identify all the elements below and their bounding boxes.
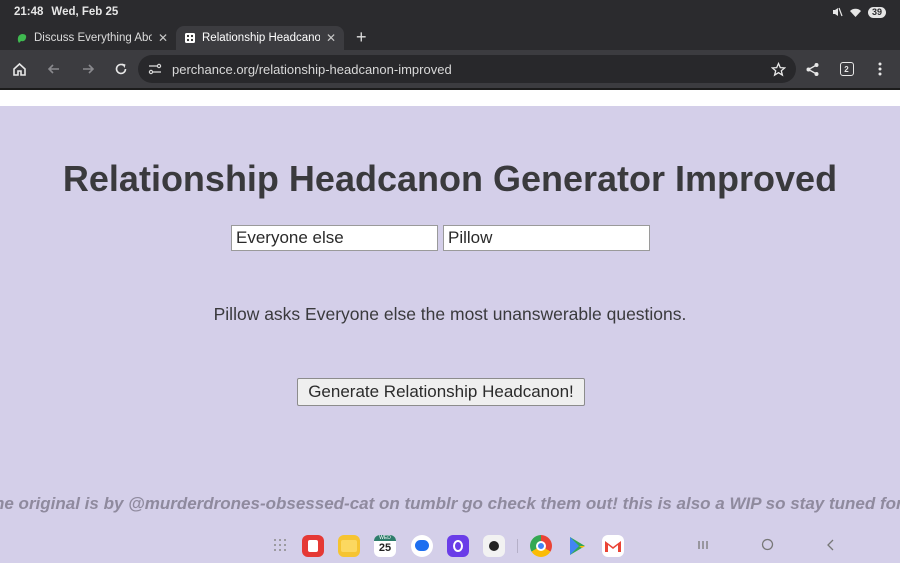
share-icon — [806, 62, 819, 76]
reload-button[interactable] — [104, 50, 137, 88]
home-button[interactable] — [3, 50, 36, 88]
site-settings-icon[interactable] — [148, 63, 162, 75]
green-logo-icon — [17, 34, 27, 43]
address-bar[interactable]: perchance.org/relationship-headcanon-imp… — [138, 55, 796, 83]
forward-arrow-icon — [82, 64, 94, 74]
reload-icon — [115, 63, 126, 75]
credit-note: he original is by @murderdrones-obsessed… — [0, 494, 900, 513]
calendar-icon[interactable]: WED 25 — [374, 535, 396, 557]
tab-strip: Discuss Everything Abou ✕ Relationship H… — [0, 24, 900, 50]
chrome-icon[interactable] — [530, 535, 552, 557]
back-arrow-icon — [47, 64, 59, 74]
browser-toolbar: perchance.org/relationship-headcanon-imp… — [0, 50, 900, 88]
generate-button[interactable]: Generate Relationship Headcanon! — [297, 378, 585, 406]
status-bar: 21:48 Wed, Feb 25 39 — [0, 0, 900, 24]
messages-icon[interactable] — [411, 535, 433, 557]
tab-discuss[interactable]: Discuss Everything Abou ✕ — [8, 26, 176, 50]
page-title: Relationship Headcanon Generator Improve… — [62, 158, 838, 199]
calendar-day: 25 — [378, 542, 392, 554]
home-icon — [13, 62, 26, 76]
recents-nav-button[interactable] — [697, 538, 709, 554]
play-triangle — [570, 537, 585, 555]
browser-icon[interactable] — [447, 535, 469, 557]
page-top-strip — [0, 90, 900, 106]
close-tab-icon[interactable]: ✕ — [326, 31, 336, 45]
play-store-icon[interactable] — [566, 535, 588, 557]
share-button[interactable] — [796, 50, 829, 88]
gmail-icon[interactable] — [602, 535, 624, 557]
headcanon-result: Pillow asks Everyone else the most unans… — [213, 304, 687, 324]
back-chevron-icon — [827, 539, 834, 551]
files-icon[interactable] — [338, 535, 360, 557]
wifi-icon — [849, 8, 861, 17]
recents-icon — [698, 541, 708, 549]
notes-icon[interactable] — [302, 535, 324, 557]
character-one-input[interactable] — [231, 225, 438, 251]
dice-icon — [185, 33, 195, 43]
close-tab-icon[interactable]: ✕ — [158, 31, 168, 45]
forward-button[interactable] — [71, 50, 104, 88]
back-button[interactable] — [37, 50, 70, 88]
home-circle-icon — [761, 538, 774, 551]
new-tab-button[interactable]: + — [350, 26, 373, 50]
tab-relationship-headcanon[interactable]: Relationship Headcanon ✕ — [176, 26, 344, 50]
tab-switcher-button[interactable]: 2 — [830, 50, 863, 88]
clock: 21:48 — [14, 6, 44, 18]
character-two-input[interactable] — [443, 225, 650, 251]
status-icons: 39 — [831, 6, 886, 18]
back-nav-button[interactable] — [826, 538, 836, 554]
tab-count: 2 — [839, 62, 854, 76]
more-vert-icon — [878, 62, 881, 76]
taskbar-divider — [517, 539, 518, 553]
battery-indicator: 39 — [867, 6, 886, 18]
bookmark-star-icon[interactable] — [771, 61, 786, 77]
gmail-m — [605, 541, 621, 552]
grid-icon[interactable] — [273, 538, 287, 552]
home-nav-button[interactable] — [761, 538, 774, 554]
menu-button[interactable] — [863, 50, 896, 88]
url-text[interactable]: perchance.org/relationship-headcanon-imp… — [172, 62, 771, 77]
camera-icon[interactable] — [483, 535, 505, 557]
date: Wed, Feb 25 — [51, 6, 119, 18]
tab-label: Discuss Everything Abou — [34, 32, 152, 44]
mute-icon — [832, 7, 843, 17]
tab-label: Relationship Headcanon — [202, 32, 320, 44]
